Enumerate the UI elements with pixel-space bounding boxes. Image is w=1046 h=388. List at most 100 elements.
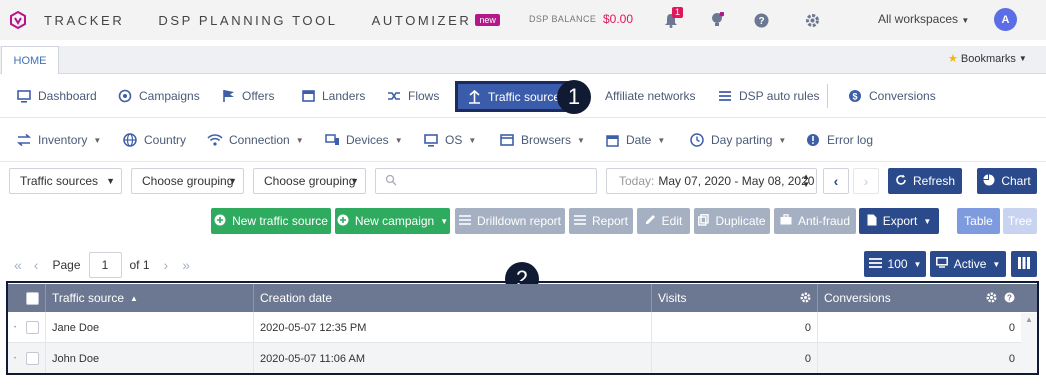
nav-tracker[interactable]: TRACKER — [44, 13, 124, 28]
dsp-balance-label: DSP BALANCE — [529, 14, 597, 24]
monitor-icon — [935, 257, 948, 271]
column-traffic-source[interactable]: Traffic source ▲ — [46, 284, 254, 312]
tracker-logo-icon[interactable] — [8, 10, 28, 30]
menu-date-label: Date — [626, 133, 652, 147]
chevron-right-icon: › — [863, 173, 869, 189]
list-icon — [458, 214, 471, 228]
scroll-up-icon[interactable]: ▲ — [1025, 315, 1033, 324]
status-filter-select[interactable]: Active ▼ — [930, 251, 1006, 277]
menu-day-parting[interactable]: Day parting ▼ — [689, 118, 786, 162]
column-creation-date-label: Creation date — [260, 291, 333, 305]
edit-button[interactable]: Edit — [637, 208, 690, 234]
menu-error-log[interactable]: Error log — [805, 118, 873, 162]
drilldown-report-label: Drilldown report — [476, 214, 562, 228]
status-filter-value: Active — [953, 257, 987, 271]
table-row[interactable]: • John Doe 2020-05-07 11:06 AM 0 0 — [8, 343, 1021, 374]
new-campaign-label: New campaign — [354, 214, 435, 228]
column-conversions[interactable]: Conversions ? — [818, 284, 1021, 312]
menu-flows[interactable]: Flows — [386, 74, 439, 118]
export-label: Export — [882, 214, 918, 228]
next-period-button[interactable]: › — [853, 168, 879, 194]
menu-country[interactable]: Country — [122, 118, 186, 162]
column-creation-date[interactable]: Creation date — [254, 284, 652, 312]
tab-home[interactable]: HOME — [1, 46, 59, 74]
last-page-icon[interactable]: » — [182, 257, 190, 273]
traffic-sources-select[interactable]: Traffic sources ▼ — [9, 168, 122, 194]
cell-creation-date: 2020-05-07 11:06 AM — [254, 343, 652, 374]
menu-offers[interactable]: Offers — [220, 74, 274, 118]
page-number-input[interactable]: 1 — [88, 252, 122, 278]
refresh-button[interactable]: Refresh — [888, 168, 962, 194]
cell-traffic-source: Jane Doe — [46, 312, 254, 343]
menu-dashboard[interactable]: Dashboard — [16, 74, 97, 118]
column-visits[interactable]: Visits — [652, 284, 818, 312]
menu-affiliate-networks[interactable]: Affiliate networks — [592, 74, 696, 118]
caret-down-icon: ▼ — [350, 176, 359, 186]
grouping-select-2-value: Choose grouping — [264, 174, 356, 188]
new-traffic-source-button[interactable]: New traffic source — [211, 208, 331, 234]
first-page-icon[interactable]: « — [14, 257, 22, 273]
nav-automizer[interactable]: AUTOMIZER new — [372, 13, 500, 28]
traffic-sources-table: Traffic source ▲ Creation date Visits Con… — [8, 284, 1037, 374]
wifi-icon — [207, 132, 223, 148]
desktop-icon — [423, 132, 439, 148]
menu-inventory[interactable]: Inventory ▼ — [16, 118, 101, 162]
menu-date[interactable]: Date ▼ — [604, 118, 665, 162]
gear-icon[interactable] — [800, 292, 811, 306]
lightbulb-icon[interactable] — [708, 11, 726, 29]
menu-dsp-auto-rules[interactable]: DSP auto rules — [717, 74, 820, 118]
rows-per-page-select[interactable]: 100 ▼ — [864, 251, 926, 277]
help-icon[interactable]: ? — [1004, 292, 1015, 306]
row-checkbox[interactable] — [26, 321, 40, 334]
duplicate-button[interactable]: Duplicate — [694, 208, 770, 234]
search-input[interactable] — [375, 168, 597, 194]
flag-icon — [220, 88, 236, 104]
callout-1: 1 — [557, 80, 591, 114]
menu-connection-label: Connection — [229, 133, 290, 147]
export-button[interactable]: Export ▼ — [859, 208, 939, 234]
help-icon[interactable]: ? — [752, 11, 770, 29]
select-all-checkbox[interactable] — [26, 291, 39, 305]
new-campaign-button[interactable]: New campaign ▼ — [335, 208, 450, 234]
bookmarks-dropdown[interactable]: ★ Bookmarks ▼ — [948, 52, 1027, 66]
menu-browsers[interactable]: Browsers ▼ — [499, 118, 585, 162]
list-icon — [868, 257, 882, 271]
table-scrollbar[interactable]: ▲ — [1021, 313, 1037, 373]
chart-button[interactable]: Chart — [977, 168, 1037, 194]
next-page-icon[interactable]: › — [164, 257, 169, 273]
workspace-selector[interactable]: All workspaces ▼ — [878, 12, 969, 26]
row-handle-icon: • — [14, 355, 17, 362]
menu-os[interactable]: OS ▼ — [423, 118, 476, 162]
list-icon — [573, 214, 586, 228]
gear-icon[interactable] — [986, 292, 997, 306]
swap-icon — [16, 132, 32, 148]
menu-landers[interactable]: Landers — [300, 74, 365, 118]
anti-fraud-button[interactable]: Anti-fraud — [774, 208, 856, 234]
date-prefix: Today: — [619, 174, 655, 188]
tree-view-button[interactable]: Tree — [1003, 208, 1037, 234]
menu-campaigns[interactable]: Campaigns — [117, 74, 200, 118]
grouping-select-2[interactable]: Choose grouping ▼ — [253, 168, 366, 194]
nav-dsp-planning-tool[interactable]: DSP PLANNING TOOL — [158, 13, 337, 28]
menu-conversions[interactable]: $ Conversions — [847, 74, 936, 118]
previous-period-button[interactable]: ‹ — [823, 168, 849, 194]
grouping-select-1[interactable]: Choose grouping ▼ — [131, 168, 244, 194]
nav-automizer-label: AUTOMIZER — [371, 12, 472, 28]
bookmarks-label: Bookmarks — [960, 52, 1016, 65]
menu-devices[interactable]: Devices ▼ — [324, 118, 403, 162]
menu-connection[interactable]: Connection ▼ — [207, 118, 304, 162]
file-icon — [867, 214, 877, 229]
table-row[interactable]: • Jane Doe 2020-05-07 12:35 PM 0 0 — [8, 312, 1021, 343]
row-checkbox[interactable] — [26, 352, 40, 365]
clock-icon — [689, 132, 705, 148]
settings-gear-icon[interactable] — [803, 11, 821, 29]
previous-page-icon[interactable]: ‹ — [34, 257, 39, 273]
chevron-down-icon: ▼ — [440, 216, 449, 226]
date-range-picker[interactable]: Today: May 07, 2020 - May 08, 2020 ▲ ▼ — [606, 168, 817, 194]
avatar[interactable]: A — [994, 8, 1017, 31]
columns-button[interactable] — [1011, 251, 1037, 277]
table-view-button[interactable]: Table — [957, 208, 1000, 234]
drilldown-report-button[interactable]: Drilldown report — [455, 208, 565, 234]
report-button[interactable]: Report — [569, 208, 633, 234]
cell-conversions: 0 — [1008, 321, 1015, 334]
